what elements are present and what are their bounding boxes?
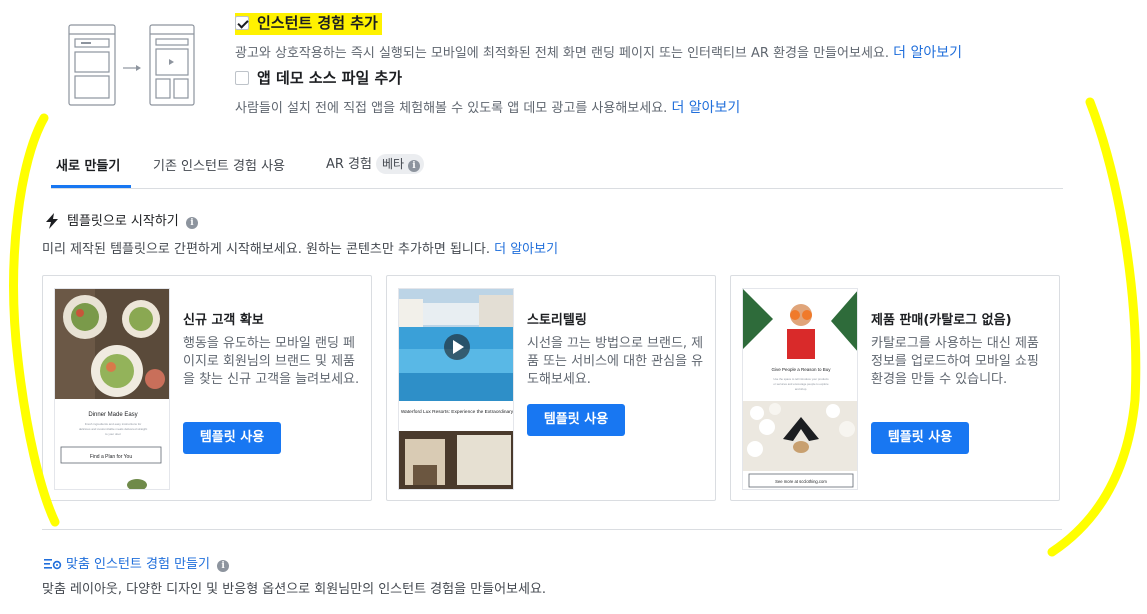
template-card-sell-products: Give People a Reason to Buy Use the spac… [730, 275, 1060, 501]
app-demo-checkbox[interactable] [235, 71, 249, 85]
card-title: 신규 고객 확보 [183, 313, 264, 328]
tab-ar-label: AR 경험 [326, 157, 372, 172]
thumb-heading: Dinner Made Easy [88, 412, 137, 418]
instant-experience-illustration [66, 22, 196, 108]
beta-badge: 베타 i [375, 154, 424, 174]
instant-experience-label: 인스턴트 경험 추가 [257, 14, 378, 32]
thumb-heading: Waterford Lux Resorts: Experience the Ex… [401, 409, 514, 415]
info-icon[interactable]: i [217, 560, 230, 572]
info-icon[interactable]: i [185, 217, 198, 229]
app-demo-option: 앱 데모 소스 파일 추가 사람들이 설치 전에 직접 앱을 체험해볼 수 있도… [235, 67, 740, 117]
card-desc: 행동을 유도하는 모바일 랜딩 페이지로 회원님의 브랜드 및 제품을 찾는 신… [183, 336, 360, 387]
templates-learn-more-link[interactable]: 더 알아보기 [494, 242, 558, 257]
templates-section-title: 템플릿으로 시작하기 i [45, 210, 198, 229]
template-card-storytelling: Waterford Lux Resorts: Experience the Ex… [386, 275, 716, 501]
svg-text:to your door: to your door [105, 432, 121, 436]
lightning-icon [46, 213, 58, 229]
template-thumbnail-dinner: Dinner Made Easy Fresh ingredients and e… [54, 288, 170, 490]
svg-text:Fresh ingredients and easy ins: Fresh ingredients and easy instructions … [85, 422, 142, 426]
tab-ar-experience[interactable]: AR 경험 베타 i [326, 153, 424, 174]
templates-section-desc: 미리 제작된 템플릿으로 간편하게 시작해보세요. 원하는 콘텐츠만 추가하면 … [42, 242, 559, 257]
svg-text:Use the space to tell introduc: Use the space to tell introduce your pro… [773, 377, 829, 381]
card-desc: 카탈로그를 사용하는 대신 제품 정보를 업로드하여 모바일 쇼핑 환경을 만들… [871, 336, 1039, 387]
svg-text:delicious and customizable mea: delicious and customizable meals deliver… [79, 427, 148, 431]
app-demo-learn-more-link[interactable]: 더 알아보기 [671, 100, 740, 116]
thumb-cta: See more at scclothing.com [775, 479, 827, 484]
instant-experience-desc: 광고와 상호작용하는 즉시 실행되는 모바일에 최적화된 전체 화면 랜딩 페이… [235, 46, 889, 61]
use-template-button[interactable]: 템플릿 사용 [527, 404, 625, 436]
tab-use-existing[interactable]: 기존 인스턴트 경험 사용 [153, 155, 285, 174]
card-title: 스토리텔링 [527, 313, 587, 328]
active-tab-indicator [51, 185, 131, 188]
svg-text:and shop.: and shop. [795, 387, 808, 391]
svg-text:or services and encourage peop: or services and encourage people to expl… [773, 382, 829, 386]
instant-experience-option: 인스턴트 경험 추가 광고와 상호작용하는 즉시 실행되는 모바일에 최적화된 … [235, 12, 962, 62]
app-demo-label: 앱 데모 소스 파일 추가 [257, 69, 403, 87]
card-desc: 시선을 끄는 방법으로 브랜드, 제품 또는 서비스에 대한 관심을 유도해보세… [527, 336, 704, 387]
tab-create-new[interactable]: 새로 만들기 [56, 155, 120, 174]
experience-tabs: 새로 만들기 기존 인스턴트 경험 사용 AR 경험 베타 i [51, 150, 1063, 189]
card-title: 제품 판매(카탈로그 없음) [871, 313, 1012, 328]
section-divider [42, 529, 1062, 530]
info-icon[interactable]: i [407, 160, 420, 172]
use-template-button[interactable]: 템플릿 사용 [183, 422, 281, 454]
instant-experience-learn-more-link[interactable]: 더 알아보기 [893, 45, 962, 61]
instant-experience-checkbox[interactable] [235, 16, 249, 30]
custom-layout-icon [44, 559, 62, 570]
template-thumbnail-resort: Waterford Lux Resorts: Experience the Ex… [398, 288, 514, 490]
custom-experience-title[interactable]: 맞춤 인스턴트 경험 만들기 i [44, 553, 230, 572]
template-card-acquisition: Dinner Made Easy Fresh ingredients and e… [42, 275, 372, 501]
thumb-heading: Give People a Reason to Buy [771, 367, 831, 372]
custom-experience-desc: 맞춤 레이아웃, 다양한 디자인 및 반응형 옵션으로 회원님만의 인스턴트 경… [42, 582, 547, 597]
thumb-cta: Find a Plan for You [90, 454, 132, 460]
app-demo-desc: 사람들이 설치 전에 직접 앱을 체험해볼 수 있도록 앱 데모 광고를 사용해… [235, 101, 668, 116]
use-template-button[interactable]: 템플릿 사용 [871, 422, 969, 454]
template-thumbnail-fashion: Give People a Reason to Buy Use the spac… [742, 288, 858, 490]
